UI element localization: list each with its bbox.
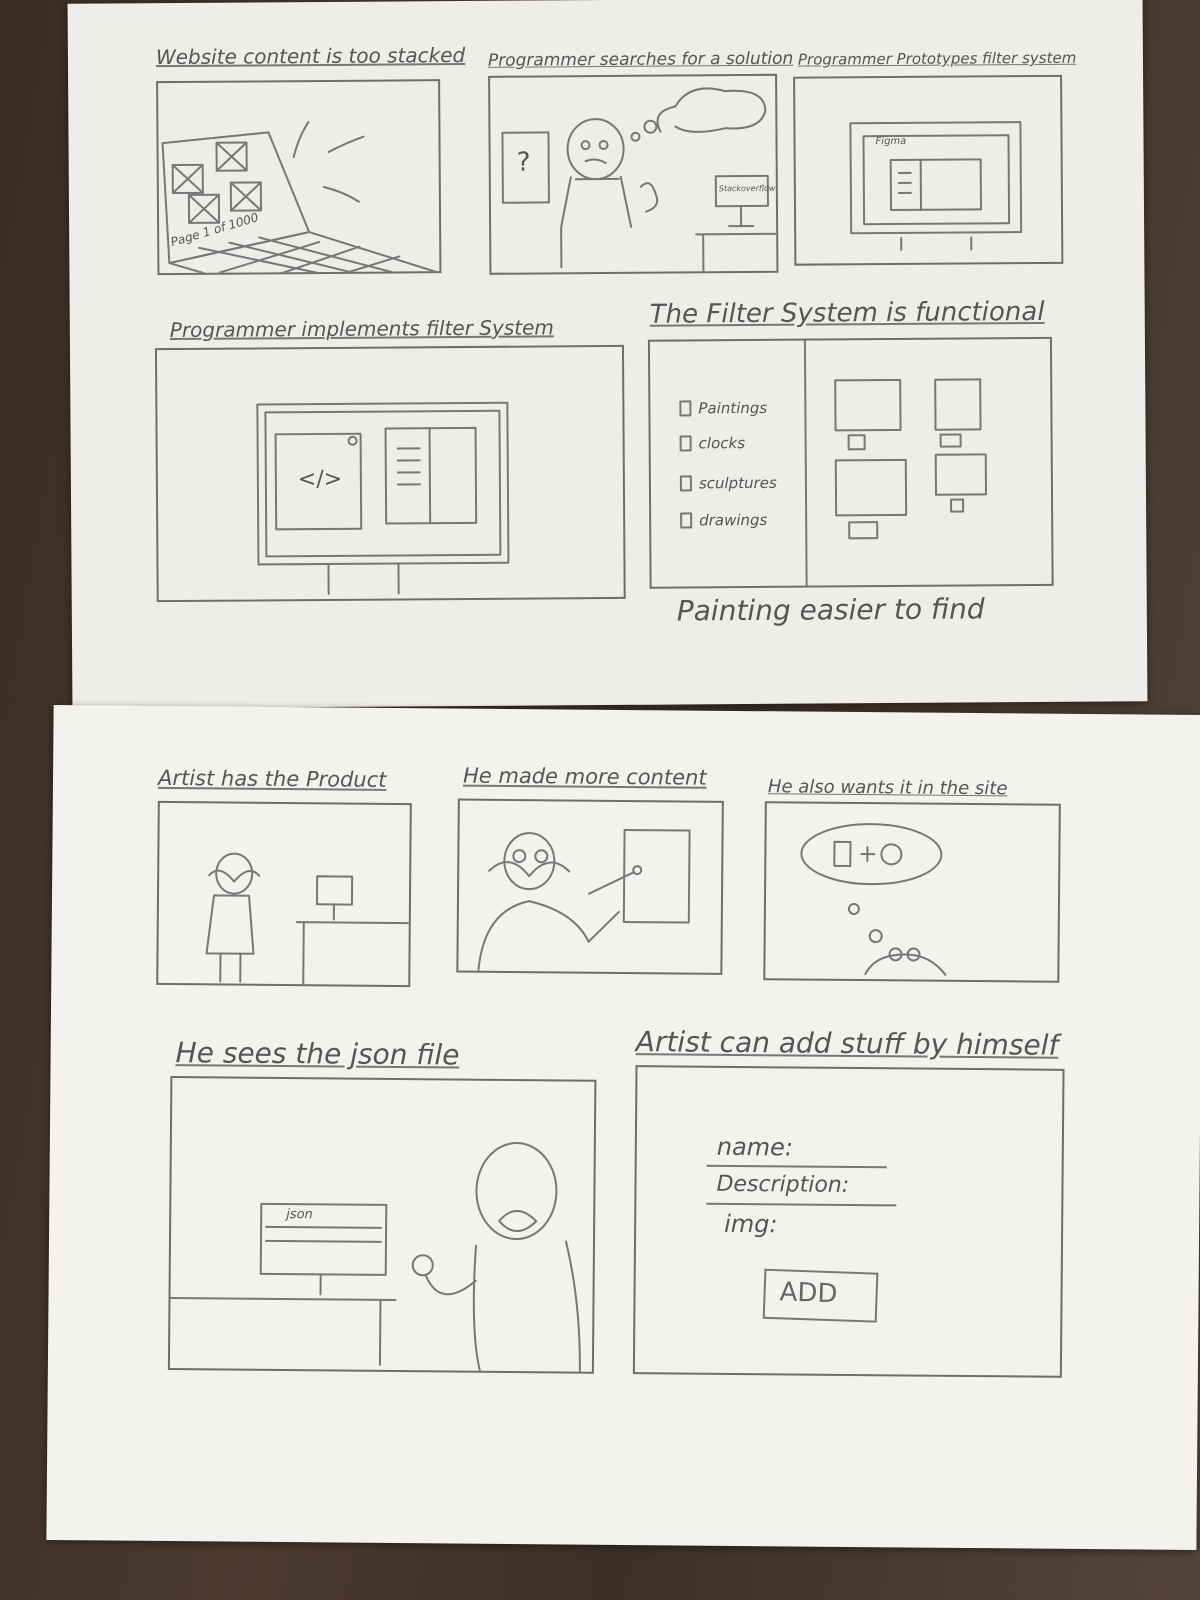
json-screen-label: json (286, 1207, 313, 1223)
storyboard-sheet-top: Website content is too stacked Page 1 of… (67, 0, 1148, 709)
panel-prototypes-filter: Figma (793, 74, 1064, 266)
panel-caption-wants-in-site: He also wants it in the site (767, 776, 1008, 800)
panel-caption-filter-functional: The Filter System is functional (649, 296, 1045, 330)
panel-caption-add-stuff: Artist can add stuff by himself (635, 1025, 1059, 1062)
filter-option-paintings[interactable]: Paintings (698, 399, 767, 417)
artist-dreaming-drawing (800, 823, 947, 976)
artist-at-desk-drawing (205, 852, 410, 986)
panel-implements-filter: </> (154, 344, 626, 603)
prototype-screen-drawing (849, 121, 1023, 251)
storyboard-sheet-bottom: Artist has the Product He made more cont… (46, 704, 1200, 1551)
name-field-label: name: (716, 1132, 794, 1162)
add-button[interactable]: ADD (762, 1268, 879, 1323)
footer-note: Painting easier to find (676, 592, 985, 628)
panel-wants-in-site (763, 801, 1061, 983)
panel-artist-has-product (156, 800, 412, 988)
filter-option-clocks[interactable]: clocks (699, 434, 745, 452)
filter-ui-drawing (679, 339, 987, 587)
code-symbol-label: </> (297, 466, 343, 493)
filter-option-sculptures[interactable]: sculptures (699, 474, 777, 493)
panel-caption-website-stacked: Website content is too stacked (155, 42, 466, 70)
panel-filter-functional: Paintings clocks sculptures drawings (647, 336, 1054, 589)
panel-add-stuff-form: name: Description: img: ADD (632, 1065, 1065, 1378)
panel-programmer-searches: ? Stackoverflow (488, 73, 779, 275)
panel-caption-artist-has-product: Artist has the Product (157, 765, 387, 792)
description-field-label: Description: (716, 1171, 850, 1198)
filter-option-drawings[interactable]: drawings (699, 511, 767, 529)
description-field-line[interactable] (706, 1202, 897, 1207)
laptop-drawing (161, 121, 440, 274)
panel-caption-implements: Programmer implements filter System (169, 315, 554, 343)
panel-caption-made-more-content: He made more content (462, 763, 707, 790)
artist-json-monitor-drawing (169, 1142, 581, 1372)
question-mark-poster: ? (516, 147, 531, 178)
artist-painting-drawing (477, 828, 691, 972)
panel-made-more-content (456, 798, 724, 975)
panel-caption-sees-json: He sees the json file (175, 1036, 460, 1072)
figma-screen-label: Figma (875, 135, 907, 148)
programmer-thinking-drawing (501, 87, 777, 273)
panel-caption-programmer-searches: Programmer searches for a solution (487, 48, 794, 71)
code-monitor-drawing (256, 401, 510, 595)
monitor-screen-label: Stackoverflow (718, 183, 776, 194)
panel-sees-json: json (167, 1076, 597, 1374)
panel-caption-prototypes: Programmer Prototypes filter system (797, 48, 1077, 69)
img-field-label: img: (724, 1209, 778, 1239)
name-field-line[interactable] (706, 1164, 887, 1169)
add-button-label: ADD (779, 1277, 838, 1310)
panel-website-stacked: Page 1 of 1000 (156, 79, 442, 276)
